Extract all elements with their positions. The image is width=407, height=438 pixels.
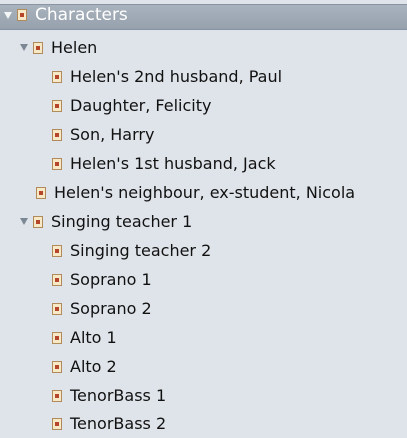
tree-item[interactable]: TenorBass 1 [52, 381, 166, 410]
document-icon [52, 128, 62, 141]
disclosure-triangle-icon[interactable] [20, 44, 28, 51]
tree-item[interactable]: TenorBass 2 [52, 409, 166, 438]
tree-item-label: Singing teacher 2 [70, 241, 212, 260]
tree-item[interactable]: Helen [20, 33, 97, 62]
tree-item[interactable]: Soprano 1 [52, 265, 152, 294]
tree-item-label: Helen's 2nd husband, Paul [70, 67, 283, 86]
document-icon [52, 157, 62, 170]
tree-header: Characters [0, 4, 407, 30]
document-icon [52, 360, 62, 373]
tree-item-label: Helen's neighbour, ex-student, Nicola [54, 183, 356, 202]
tree-item[interactable]: Helen's 2nd husband, Paul [52, 62, 282, 91]
disclosure-triangle-icon[interactable] [20, 218, 28, 225]
document-icon [52, 99, 62, 112]
tree-item[interactable]: Alto 2 [52, 352, 117, 381]
disclosure-triangle-icon[interactable] [4, 11, 12, 19]
tree-root-row[interactable]: Characters [4, 2, 128, 28]
tree-item-label: Alto 1 [70, 328, 117, 347]
document-icon [33, 41, 43, 54]
tree-item-label: Singing teacher 1 [51, 212, 193, 231]
tree-item[interactable]: Son, Harry [52, 120, 154, 149]
document-icon [52, 331, 62, 344]
tree-item-label: Alto 2 [70, 357, 117, 376]
document-icon [52, 389, 62, 402]
tree-item-label: Son, Harry [70, 125, 155, 144]
tree-item-label: TenorBass 2 [70, 414, 167, 433]
tree-item[interactable]: Daughter, Felicity [52, 91, 211, 120]
document-icon [52, 70, 62, 83]
tree-item[interactable]: Soprano 2 [52, 294, 152, 323]
document-icon [52, 273, 62, 286]
document-icon [36, 186, 46, 199]
tree-item-label: Soprano 1 [70, 270, 152, 289]
document-icon [17, 9, 27, 21]
tree-item[interactable]: Helen's neighbour, ex-student, Nicola [36, 178, 355, 207]
tree-item-label: Helen's 1st husband, Jack [70, 154, 276, 173]
document-icon [52, 302, 62, 315]
tree-item[interactable]: Singing teacher 1 [20, 207, 192, 236]
tree-item-label: TenorBass 1 [70, 386, 167, 405]
tree-item-label: Helen [51, 38, 98, 57]
tree-item-label: Daughter, Felicity [70, 96, 212, 115]
document-icon [52, 244, 62, 257]
document-icon [52, 417, 62, 430]
tree-item-label: Soprano 2 [70, 299, 152, 318]
tree-item[interactable]: Helen's 1st husband, Jack [52, 149, 276, 178]
tree-root-label: Characters [35, 5, 128, 25]
document-icon [33, 215, 43, 228]
tree-item[interactable]: Alto 1 [52, 323, 117, 352]
tree-item[interactable]: Singing teacher 2 [52, 236, 211, 265]
